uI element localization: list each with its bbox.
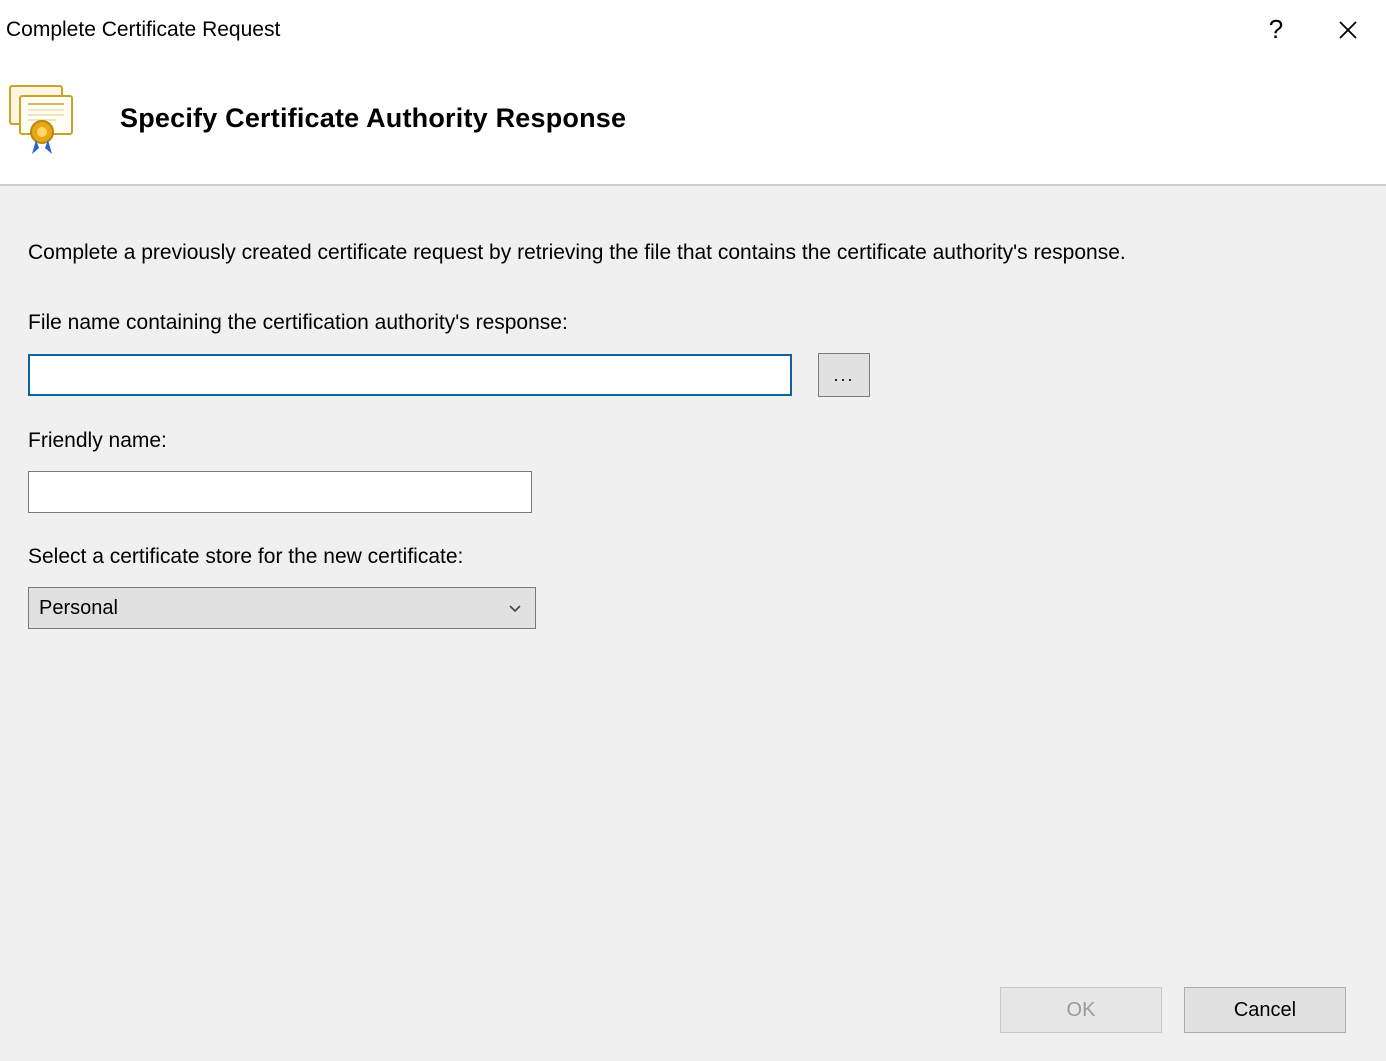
title-controls: ? [1264, 10, 1378, 45]
description-text: Complete a previously created certificat… [28, 237, 1148, 269]
friendly-name-input[interactable] [28, 471, 532, 513]
title-bar: Complete Certificate Request ? [0, 0, 1386, 62]
window-title: Complete Certificate Request [6, 10, 280, 44]
help-button[interactable]: ? [1264, 14, 1288, 45]
file-name-label: File name containing the certification a… [28, 311, 1358, 335]
cert-store-select[interactable]: Personal [28, 587, 536, 629]
browse-button[interactable]: ... [818, 353, 870, 397]
dialog-button-row: OK Cancel [1000, 987, 1346, 1033]
friendly-name-row [28, 471, 1358, 513]
header-band: Specify Certificate Authority Response [0, 62, 1386, 186]
file-name-row: ... [28, 353, 1358, 397]
cert-store-selected-value: Personal [39, 597, 118, 620]
cancel-button[interactable]: Cancel [1184, 987, 1346, 1033]
cert-store-label: Select a certificate store for the new c… [28, 545, 1358, 569]
body-panel: Complete a previously created certificat… [0, 186, 1386, 1061]
close-button[interactable] [1336, 18, 1360, 42]
ok-button[interactable]: OK [1000, 987, 1162, 1033]
file-name-input[interactable] [28, 354, 792, 396]
certificate-stack-icon [6, 80, 82, 156]
close-icon [1338, 20, 1358, 40]
friendly-name-label: Friendly name: [28, 429, 1358, 453]
section-title: Specify Certificate Authority Response [120, 103, 626, 134]
chevron-down-icon [507, 600, 523, 616]
